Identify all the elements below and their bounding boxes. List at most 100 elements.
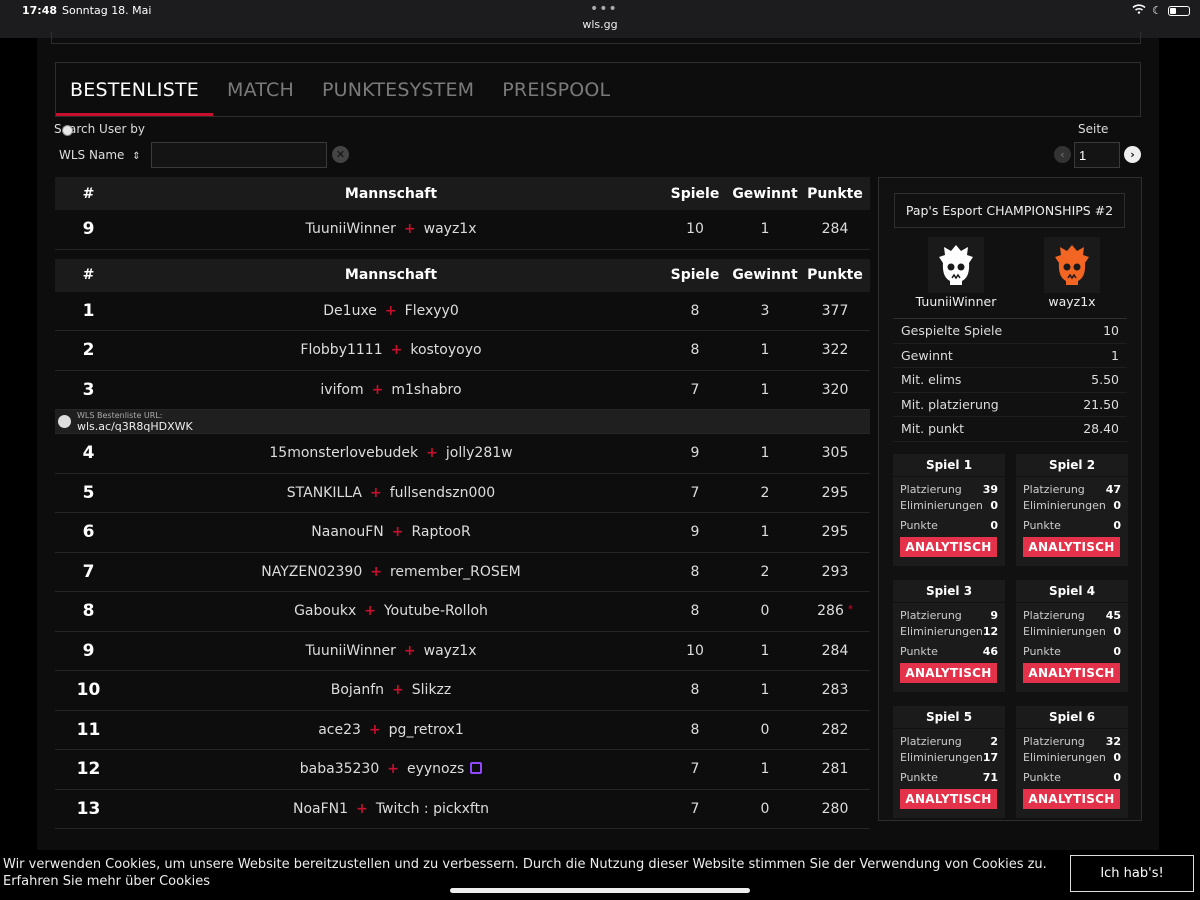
browser-menu-icon[interactable]: ••• (590, 1, 618, 17)
flag-marker: * (847, 604, 853, 616)
tab-preispool[interactable]: PREISPOOL (488, 63, 624, 116)
analytisch-button[interactable]: ANALYTISCH (1023, 789, 1120, 809)
player-name[interactable]: jolly281w (446, 445, 513, 461)
player-name[interactable]: TuuniiWinner (306, 643, 396, 659)
analytisch-button[interactable]: ANALYTISCH (900, 789, 997, 809)
stat-value: 1 (1111, 347, 1119, 363)
punkte-cell: 283 (821, 682, 849, 699)
page-number-input[interactable] (1074, 142, 1120, 168)
clear-search-icon[interactable]: ✕ (332, 146, 349, 163)
player-name[interactable]: STANKILLA (287, 485, 362, 501)
player-name[interactable]: m1shabro (391, 382, 461, 398)
table-row[interactable]: 11 ace23 + pg_retrox1 8 0 282 (55, 711, 870, 750)
player-name[interactable]: Gaboukx (294, 603, 356, 619)
player-name[interactable]: ace23 (318, 722, 361, 738)
analytisch-button[interactable]: ANALYTISCH (900, 537, 997, 557)
player-name[interactable]: eyynozs (407, 761, 464, 777)
address-bar[interactable]: wls.gg (0, 18, 1200, 31)
placement-label: Platzierung (900, 483, 962, 496)
game-points: Punkte 0 (1016, 644, 1128, 660)
search-type-select[interactable]: WLS Name ⇕ (59, 143, 145, 167)
game-elims: Eliminierungen 17 (893, 750, 1005, 766)
player1-avatar (928, 237, 984, 293)
team-detail-panel: Pap's Esport CHAMPIONSHIPS #2 TuuniiWinn… (878, 177, 1142, 821)
player-name[interactable]: Bojanfn (331, 682, 384, 698)
col-rank-header: # (82, 185, 95, 202)
table-row[interactable]: 9 TuuniiWinner + wayz1x 10 1 284 (55, 632, 870, 671)
player-name[interactable]: Flexyy0 (405, 303, 459, 319)
prev-page-button[interactable]: ‹ (1054, 146, 1071, 163)
status-date: Sonntag 18. Mai (62, 4, 152, 17)
player-name[interactable]: TuuniiWinner (306, 221, 396, 237)
spiele-cell: 8 (690, 302, 700, 319)
plus-icon: + (403, 642, 416, 659)
next-page-button[interactable]: › (1124, 146, 1141, 163)
cookie-accept-button[interactable]: Ich hab's! (1070, 855, 1194, 892)
table-row[interactable]: 4 15monsterlovebudek + jolly281w 9 1 305 (55, 434, 870, 474)
team-cell: ivifom + m1shabro (122, 382, 660, 398)
team-cell: TuuniiWinner + wayz1x (122, 221, 660, 237)
player-name[interactable]: Youtube-Rolloh (384, 603, 488, 619)
leaderboard-url-link[interactable]: wls.ac/q3R8qHDXWK (77, 420, 193, 433)
player-name[interactable]: pg_retrox1 (389, 722, 464, 738)
team-cell: NaanouFN + RaptooR (122, 524, 660, 540)
game-points: Punkte 0 (1016, 770, 1128, 786)
player-name[interactable]: kostoyoyo (410, 342, 481, 358)
player-name[interactable]: wayz1x (424, 221, 477, 237)
punkte-cell: 284 (821, 221, 849, 238)
player2-name[interactable]: wayz1x (1022, 294, 1122, 309)
team-cell: TuuniiWinner + wayz1x (122, 643, 660, 659)
twitch-icon[interactable] (470, 762, 483, 775)
plus-icon: + (387, 761, 399, 778)
table-row[interactable]: 10 Bojanfn + Slikzz 8 1 283 (55, 671, 870, 711)
player-name[interactable]: Twitch : pickxftn (376, 801, 489, 817)
table-row[interactable]: 5 STANKILLA + fullsendszn000 7 2 295 (55, 474, 870, 513)
table-row[interactable]: 13 NoaFN1 + Twitch : pickxftn 7 0 280 (55, 790, 870, 829)
table-row[interactable]: 6 NaanouFN + RaptooR 9 1 295 (55, 513, 870, 553)
page-content: BESTENLISTE MATCH PUNKTESYSTEM PREISPOOL… (37, 32, 1159, 850)
analytisch-button[interactable]: ANALYTISCH (1023, 537, 1120, 557)
leaderboard-url-caption: WLS Bestenliste URL: (77, 411, 163, 420)
stat-label: Mit. platzierung (901, 396, 999, 412)
skull-icon (1055, 245, 1089, 285)
table-row[interactable]: 2 Flobby1111 + kostoyoyo 8 1 322 (55, 331, 870, 371)
player-name[interactable]: fullsendszn000 (390, 485, 496, 501)
player-name[interactable]: NaanouFN (311, 524, 383, 540)
player-name[interactable]: 15monsterlovebudek (269, 445, 418, 461)
table-row[interactable]: 8 Gaboukx + Youtube-Rolloh 8 0 286 * (55, 592, 870, 632)
stat-value: 28.40 (1083, 421, 1119, 436)
home-indicator[interactable] (450, 888, 750, 893)
elims-label: Eliminierungen (1023, 751, 1106, 764)
game-elims: Eliminierungen 0 (1016, 498, 1128, 514)
analytisch-button[interactable]: ANALYTISCH (900, 663, 997, 683)
elims-value: 12 (982, 625, 999, 638)
moon-icon: ☾ (1152, 4, 1162, 17)
player1-name[interactable]: TuuniiWinner (906, 294, 1006, 309)
player-name[interactable]: baba35230 (300, 761, 379, 777)
player-name[interactable]: Flobby1111 (300, 342, 382, 358)
table-row[interactable]: 3 ivifom + m1shabro 7 1 320 (55, 371, 870, 410)
tab-punktesystem[interactable]: PUNKTESYSTEM (308, 63, 488, 116)
player-name[interactable]: ivifom (320, 382, 363, 398)
game-points: Punkte 46 (893, 644, 1005, 660)
table-row[interactable]: 12 baba35230 + eyynozs 7 1 281 (55, 750, 870, 790)
player-name[interactable]: remember_ROSEM (390, 564, 521, 580)
player-name[interactable]: wayz1x (424, 643, 477, 659)
analytisch-button[interactable]: ANALYTISCH (1023, 663, 1120, 683)
player-name[interactable]: Slikzz (412, 682, 451, 698)
player-name[interactable]: De1uxe (323, 303, 377, 319)
table-row[interactable]: 1 De1uxe + Flexyy0 8 3 377 (55, 292, 870, 331)
points-value: 46 (982, 645, 998, 658)
player-name[interactable]: RaptooR (411, 524, 470, 540)
tab-bestenliste[interactable]: BESTENLISTE (56, 63, 213, 116)
own-team-row[interactable]: 9 TuuniiWinner + wayz1x 10 1 284 (55, 210, 870, 250)
search-input[interactable] (151, 142, 327, 168)
player-name[interactable]: NoaFN1 (293, 801, 348, 817)
table-row[interactable]: 7 NAYZEN02390 + remember_ROSEM 8 2 293 (55, 553, 870, 592)
tab-match[interactable]: MATCH (213, 63, 308, 116)
points-label: Punkte (1023, 645, 1061, 658)
points-label: Punkte (1023, 519, 1061, 532)
table-header: # Mannschaft Spiele Gewinnt Punkte (55, 258, 870, 292)
player-name[interactable]: NAYZEN02390 (261, 564, 362, 580)
spiele-cell: 7 (690, 484, 700, 501)
